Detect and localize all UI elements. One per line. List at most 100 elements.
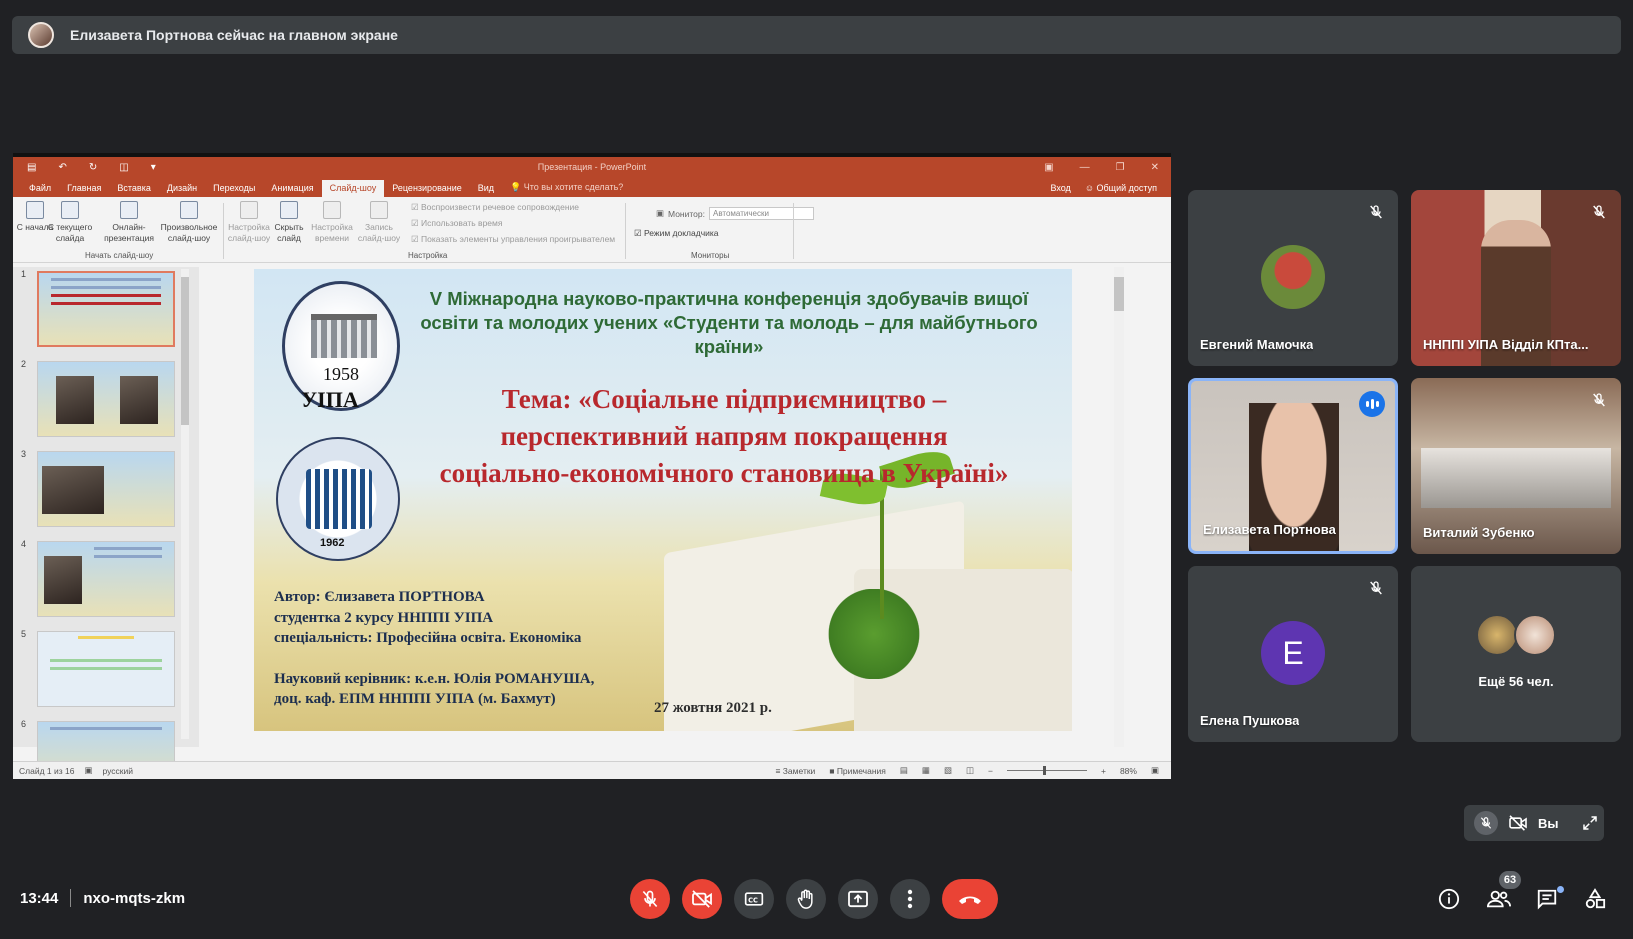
hide-slide-label: Скрыть слайд <box>274 222 304 243</box>
timer-icon <box>323 201 341 219</box>
custom-slideshow-label: Произвольное слайд-шоу <box>160 222 218 243</box>
present-screen-icon <box>847 890 869 908</box>
comments-button: ■ Примечания <box>829 765 886 776</box>
slide-thumbnail <box>37 631 175 707</box>
slideshow-view-icon: ◫ <box>965 765 975 775</box>
participant-name: ННППІ УІПА Відділ КПта... <box>1423 337 1589 352</box>
camera-off-icon <box>691 890 713 908</box>
speaking-indicator-icon <box>1359 391 1385 417</box>
participant-tile[interactable]: Евгений Мамочка <box>1188 190 1398 366</box>
hide-slide-icon <box>280 201 298 219</box>
record-icon <box>370 201 388 219</box>
fit-slide-icon: ▣ <box>1150 765 1159 775</box>
slide-number: 6 <box>21 719 27 729</box>
logo-name: УІПА <box>301 387 359 412</box>
leave-call-button[interactable] <box>942 879 998 919</box>
zoom-level: 88% <box>1119 765 1137 776</box>
presenter-avatar <box>28 22 54 48</box>
raise-hand-icon <box>796 888 816 910</box>
ppt-titlebar: ▤ ↶ ↻ ◫ ▾ Презентация - PowerPoint ▣ — ❐… <box>13 157 1171 177</box>
camera-toggle-button[interactable] <box>682 879 722 919</box>
more-participants-label: Ещё 56 чел. <box>1478 674 1554 689</box>
online-presentation-label: Онлайн-презентация <box>104 222 154 243</box>
participant-name: Евгений Мамочка <box>1200 337 1314 352</box>
sorter-view-icon: ▦ <box>921 765 930 775</box>
raise-hand-button[interactable] <box>786 879 826 919</box>
tab-design: Дизайн <box>166 183 198 193</box>
meeting-code: nxo-mqts-zkm <box>83 889 186 907</box>
conference-heading: V Міжнародна науково-практична конференц… <box>420 288 1038 357</box>
self-view[interactable]: Вы <box>1464 805 1604 841</box>
from-current-button: С текущего слайда <box>47 201 93 244</box>
grass-graphic <box>814 589 934 679</box>
notes-label: Заметки <box>782 765 816 776</box>
group-monitors-label: Мониторы <box>691 251 730 260</box>
slideshow-icon <box>26 201 44 219</box>
ppt-doc-title: Презентация - PowerPoint <box>537 162 647 172</box>
slide-number: 3 <box>21 449 27 459</box>
tab-slideshow: Слайд-шоу <box>321 180 385 197</box>
check-media-controls-label: Показать элементы управления проигрывате… <box>420 234 616 244</box>
ribbon-divider <box>223 203 224 259</box>
slide-theme: Тема: «Соціальне підприємництво – перспе… <box>439 384 1009 488</box>
setup-icon <box>240 201 258 219</box>
zoom-in-icon: + <box>1100 765 1106 776</box>
reading-view-icon: ▧ <box>943 765 952 775</box>
author-spacer <box>274 649 594 669</box>
participant-avatar <box>1514 614 1556 656</box>
institute-logo: 1962 <box>276 437 400 561</box>
check-presenter-view: ☑ Режим докладчика <box>634 228 719 238</box>
more-options-button[interactable] <box>890 879 930 919</box>
slide-thumbnails: 1 2 3 4 5 6 <box>13 267 199 779</box>
ribbon-divider <box>625 203 626 259</box>
share-text: Общий доступ <box>1096 183 1157 193</box>
more-vert-icon <box>907 889 913 909</box>
tab-file: Файл <box>29 183 52 193</box>
author-line: доц. каф. ЕПМ ННППІ УІПА (м. Бахмут) <box>274 691 556 707</box>
tab-transitions: Переходы <box>213 183 256 193</box>
presenter-mode-label: Режим докладчика <box>643 228 719 238</box>
slide-number: 2 <box>21 359 27 369</box>
meeting-time: 13:44 <box>20 889 59 907</box>
chat-notification-dot <box>1557 886 1564 893</box>
end-call-icon <box>957 893 983 905</box>
participant-name: Елизавета Портнова <box>1203 522 1336 537</box>
participant-tile[interactable]: ННППІ УІПА Відділ КПта... <box>1411 190 1621 366</box>
meeting-details-button[interactable] <box>1433 883 1465 915</box>
participant-tile[interactable]: E Елена Пушкова <box>1188 566 1398 742</box>
more-participants-tile[interactable]: Ещё 56 чел. <box>1411 566 1621 742</box>
mic-off-icon <box>1364 576 1388 600</box>
tell-me-text: Что вы хотите сделать? <box>523 182 624 192</box>
monitor-select: ▣ Монитор: Автоматически <box>656 207 814 220</box>
activities-button[interactable] <box>1579 883 1611 915</box>
ribbon-divider <box>793 203 794 259</box>
present-now-button[interactable] <box>838 879 878 919</box>
ribbon: С начала С текущего слайда Онлайн-презен… <box>13 197 1171 263</box>
slide-thumbnail <box>37 271 175 347</box>
zoom-out-icon: − <box>988 765 993 776</box>
rehearse-timings-label: Настройка времени <box>311 222 353 243</box>
participant-avatar: E <box>1261 621 1325 685</box>
slide-number: 5 <box>21 629 27 639</box>
tab-animation: Анимация <box>271 183 314 193</box>
maximize-icon: ❐ <box>1115 161 1125 173</box>
tab-review: Рецензирование <box>392 183 462 193</box>
monitor-icon: ▣ <box>656 208 665 218</box>
logo-year: 1958 <box>323 364 359 384</box>
tab-view: Вид <box>477 183 495 193</box>
group-setup-label: Настройка <box>408 251 448 260</box>
participant-avatar <box>1261 245 1325 309</box>
people-count-badge: 63 <box>1499 871 1521 889</box>
mic-toggle-button[interactable] <box>630 879 670 919</box>
ppt-tabs: Файл Главная Вставка Дизайн Переходы Ани… <box>13 177 1171 197</box>
slide-scrollbar <box>1114 267 1124 747</box>
expand-icon[interactable] <box>1581 814 1599 832</box>
chat-icon <box>1536 888 1558 910</box>
thumbnail-row: 3 <box>19 449 189 529</box>
captions-button[interactable]: CC <box>734 879 774 919</box>
meeting-info: 13:44 nxo-mqts-zkm <box>20 889 185 907</box>
setup-slideshow-label: Настройка слайд-шоу <box>227 222 271 243</box>
participant-name: Елена Пушкова <box>1200 713 1300 728</box>
participant-tile[interactable]: Елизавета Портнова <box>1188 378 1398 554</box>
participant-tile[interactable]: Виталий Зубенко <box>1411 378 1621 554</box>
